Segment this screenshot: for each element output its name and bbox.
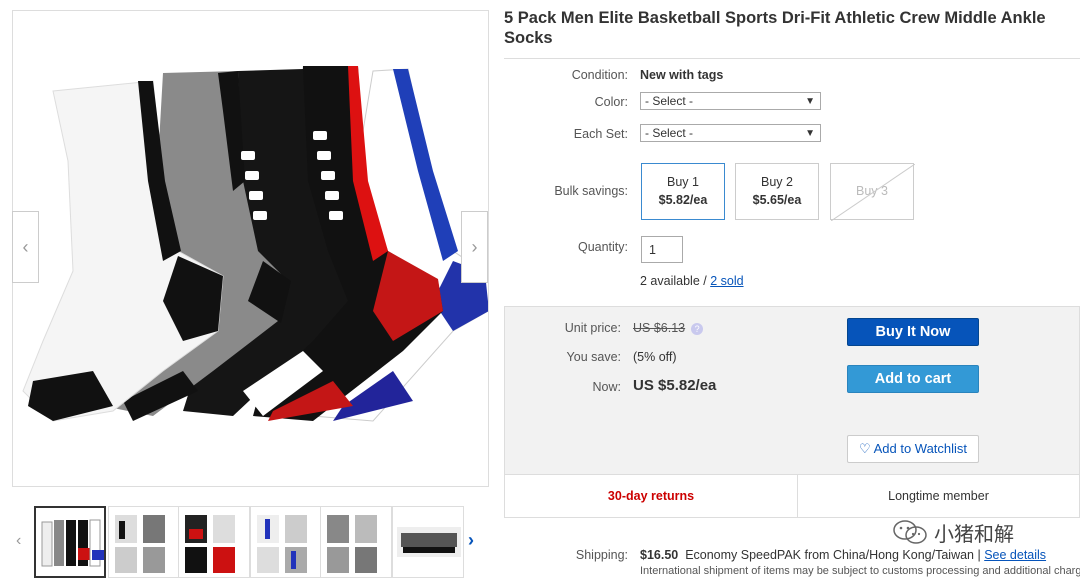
chevron-down-icon: ▼ [805,128,815,139]
add-to-watchlist-button[interactable]: ♡ Add to Watchlist [847,435,979,463]
thumbnail-4[interactable] [250,506,322,578]
shipping-method: Economy SpeedPAK from China/Hong Kong/Ta… [685,548,985,562]
thumbnail-3[interactable] [178,506,250,578]
unit-price-row: US $6.13? [633,321,704,335]
disabled-slash [831,164,915,221]
unit-price-label: Unit price: [564,321,621,335]
seller-status: Longtime member [888,489,989,503]
bulk-price: $5.65/ea [752,193,802,207]
color-select[interactable]: - Select - ▼ [640,92,821,110]
shipping-note: International shipment of items may be s… [640,565,1080,577]
add-to-cart-button[interactable]: Add to cart [847,365,979,393]
returns-row: 30-day returns Longtime member [505,474,1079,518]
returns-text: 30-day returns [505,475,798,518]
shipping-label: Shipping: [575,548,628,562]
unit-price-value: US $6.13 [633,321,686,335]
each-set-label: Each Set: [573,127,628,141]
condition-label: Condition: [571,68,628,82]
thumbnail-2[interactable] [108,506,180,578]
availability-text: 2 available / 2 sold [640,274,744,288]
product-main-image[interactable] [12,10,489,487]
buy-box: Unit price: US $6.13? You save: (5% off)… [504,306,1080,518]
chevron-down-icon: ▼ [805,96,815,107]
thumb-prev-icon[interactable]: ‹ [16,532,21,550]
now-label: Now: [592,380,621,394]
watermark-text: 小猪和解 [934,523,1014,546]
watchlist-label: Add to Watchlist [873,441,968,456]
see-details-link[interactable]: See details [984,548,1046,562]
product-title: 5 Pack Men Elite Basketball Sports Dri-F… [504,9,1046,47]
watermark: 小猪和解 [892,516,1072,548]
next-image-button[interactable]: › [461,211,488,283]
shipping-value: $16.50 Economy SpeedPAK from China/Hong … [640,548,1046,562]
thumbnail-strip: ‹ › [12,504,492,580]
chevron-left-icon: ‹ [22,236,29,257]
heart-icon: ♡ [858,441,871,456]
bulk-option-buy-2[interactable]: Buy 2 $5.65/ea [735,163,819,220]
chevron-right-icon: › [471,236,478,257]
buy-it-now-button[interactable]: Buy It Now [847,318,979,346]
bulk-price: $5.82/ea [658,193,708,207]
info-icon[interactable]: ? [691,322,704,335]
color-select-value: - Select - [645,94,694,108]
prev-image-button[interactable]: ‹ [12,211,39,283]
quantity-label: Quantity: [577,240,628,254]
title-divider [504,58,1080,59]
each-set-select[interactable]: - Select - ▼ [640,124,821,142]
each-set-select-value: - Select - [645,126,694,140]
bulk-option-buy-1[interactable]: Buy 1 $5.82/ea [641,163,725,220]
available-count: 2 available / [640,274,711,288]
bulk-option-buy-3: Buy 3 [830,163,915,221]
thumbnail-5[interactable] [320,506,392,578]
condition-value: New with tags [640,68,724,82]
now-price: US $5.82/ea [633,377,717,394]
bulk-qty: Buy 1 [667,175,699,189]
color-label: Color: [594,95,628,109]
thumbnail-1[interactable] [34,506,106,578]
bulk-savings-label: Bulk savings: [554,184,628,198]
thumb-next-icon[interactable]: › [468,530,474,551]
thumbnail-6[interactable] [392,506,464,578]
product-page: ‹ › ‹ › 5 Pack Men Elite Basketball Spor… [0,0,1080,583]
shipping-price: $16.50 [640,548,679,562]
you-save-value: (5% off) [633,350,677,364]
wechat-icon [893,520,927,544]
quantity-input[interactable]: 1 [641,236,683,263]
socks-illustration [22,66,488,422]
bulk-qty: Buy 2 [761,175,793,189]
you-save-label: You save: [566,350,621,364]
sold-link[interactable]: 2 sold [710,274,743,288]
